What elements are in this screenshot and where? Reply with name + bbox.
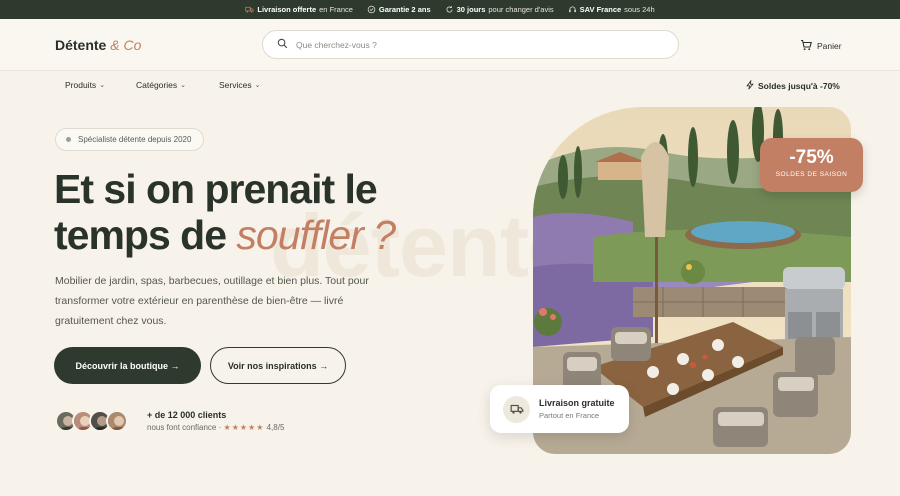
nav-item-label: Catégories <box>136 80 178 90</box>
main-nav: Produits ⌄ Catégories ⌄ Services ⌄ Solde… <box>0 72 900 100</box>
topbar-support: SAV France sous 24h <box>568 5 655 14</box>
topbar-item-bold: Garantie 2 ans <box>378 5 431 14</box>
top-announcement-bar: Livraison offerte en France Garantie 2 a… <box>0 0 900 19</box>
truck-icon <box>245 5 254 14</box>
inspirations-button[interactable]: Voir nos inspirations → <box>210 347 346 384</box>
topbar-guarantee: Garantie 2 ans <box>367 5 431 14</box>
topbar-returns: 30 jours pour changer d'avis <box>445 5 554 14</box>
sale-promo-label: Soldes jusqu'à -70% <box>758 81 840 91</box>
refresh-icon <box>445 5 454 14</box>
cart-button[interactable]: Panier <box>800 39 842 53</box>
badge-text: Spécialiste détente depuis 2020 <box>78 135 192 144</box>
search-bar[interactable] <box>262 30 679 59</box>
search-icon <box>277 36 288 54</box>
truck-icon <box>503 395 530 423</box>
check-circle-icon <box>367 5 376 14</box>
customer-avatars <box>55 410 128 432</box>
chevron-down-icon: ⌄ <box>254 82 261 89</box>
headline-line1: Et si on prenait le <box>54 166 378 212</box>
site-header: Détente & Co Panier <box>0 19 900 71</box>
customers-trust-line: nous font confiance · ★★★★★ 4,8/5 <box>147 423 284 432</box>
hero-badge: Spécialiste détente depuis 2020 <box>55 128 205 151</box>
free-delivery-card: Livraison gratuite Partout en France <box>490 385 629 433</box>
discount-label: SOLDES DE SAISON <box>775 171 848 178</box>
hero-subtitle: Mobilier de jardin, spas, barbecues, out… <box>55 275 369 327</box>
nav-item-label: Services <box>219 80 252 90</box>
topbar-item-bold: SAV France <box>579 5 622 14</box>
lightning-icon <box>745 79 755 92</box>
star-rating-icon: ★★★★★ <box>223 423 265 432</box>
chevron-down-icon: ⌄ <box>180 82 186 89</box>
chevron-down-icon: ⌄ <box>99 82 106 89</box>
nav-item-produits[interactable]: Produits ⌄ <box>65 80 105 90</box>
topbar-item-text: en France <box>319 5 353 14</box>
topbar-item-text: sous 24h <box>624 5 655 14</box>
headline-accent: souffler ? <box>236 212 396 258</box>
trust-text: nous font confiance · <box>147 423 222 432</box>
logo[interactable]: Détente & Co <box>55 37 141 53</box>
topbar-item-text: pour changer d'avis <box>488 5 554 14</box>
customers-count: + de 12 000 clients <box>147 410 227 420</box>
logo-accent: & Co <box>110 37 142 53</box>
nav-item-label: Produits <box>65 80 97 90</box>
headset-icon <box>568 5 577 14</box>
badge-dot <box>66 137 71 142</box>
rating-value: 4,8/5 <box>266 423 285 432</box>
nav-item-services[interactable]: Services ⌄ <box>219 80 260 90</box>
hero-headline: Et si on prenait le temps de souffler ? <box>54 166 524 258</box>
avatar <box>106 410 128 432</box>
sale-promo-link[interactable]: Soldes jusqu'à -70% <box>745 79 840 92</box>
search-input[interactable] <box>296 39 656 50</box>
social-proof: + de 12 000 clients nous font confiance … <box>147 410 284 432</box>
delivery-subtitle: Partout en France <box>539 411 600 420</box>
headline-line2: temps de <box>54 212 227 258</box>
delivery-text: Livraison gratuite Partout en France <box>539 398 615 420</box>
nav-item-categories[interactable]: Catégories ⌄ <box>136 80 186 90</box>
discount-badge[interactable]: -75% SOLDES DE SAISON <box>760 138 863 192</box>
topbar-item-bold: Livraison offerte <box>257 5 317 14</box>
delivery-title: Livraison gratuite <box>539 398 615 408</box>
discover-shop-button[interactable]: Découvrir la boutique → <box>54 347 201 384</box>
topbar-shipping: Livraison offerte en France <box>245 5 353 14</box>
logo-main: Détente <box>55 37 107 53</box>
cart-icon <box>800 39 812 53</box>
discount-percent: -75% <box>789 147 834 168</box>
topbar-item-bold: 30 jours <box>456 5 486 14</box>
cart-label: Panier <box>817 41 842 51</box>
